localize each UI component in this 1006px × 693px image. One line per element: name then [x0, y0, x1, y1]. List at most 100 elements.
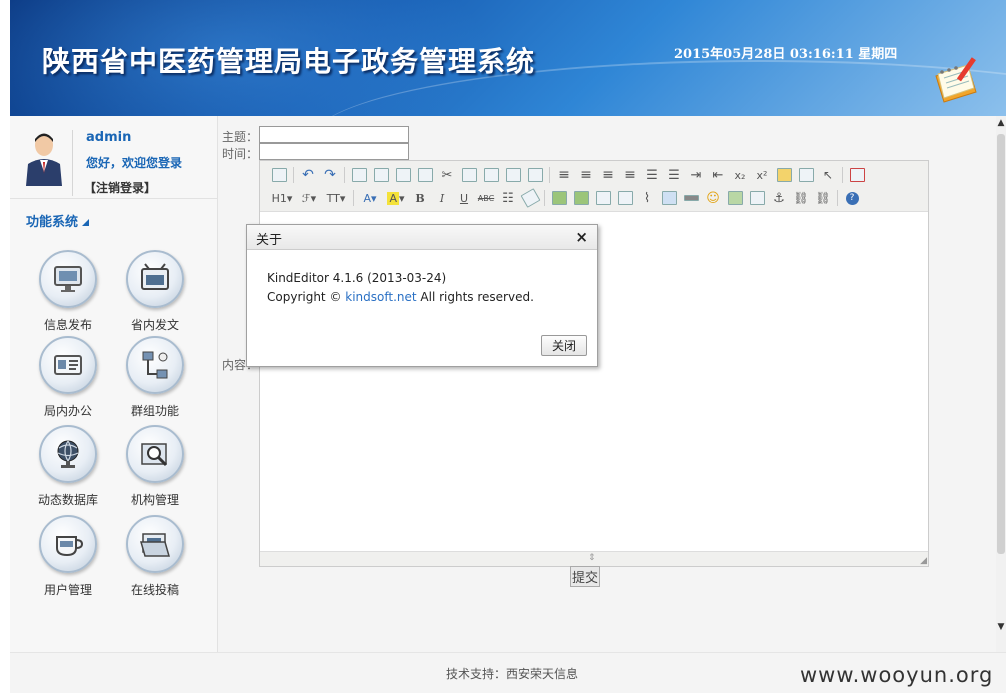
cut-icon[interactable]: ✂ [436, 165, 458, 185]
strikethrough-button[interactable]: ABC [475, 188, 497, 208]
unordered-list-icon[interactable]: ☰ [663, 165, 685, 185]
watermark-text: www.wooyun.org [800, 663, 994, 687]
editor-toolbar: ↶ ↷ ✂ ≡ ≡ ≡ ≡ ☰ ☰ ⇥ ⇤ x₂ x² ↖ H1 ▾ ℱ ▾ T… [260, 161, 928, 212]
time-input[interactable] [259, 143, 409, 160]
align-center-icon[interactable]: ≡ [575, 165, 597, 185]
heading-dropdown[interactable]: H1 ▾ [268, 188, 296, 208]
horizontal-rule-icon[interactable] [680, 188, 702, 208]
menu-item-province-docs[interactable]: 省内发文 [113, 250, 197, 333]
system-title: 陕西省中医药管理局电子政务管理系统 [42, 45, 536, 78]
clear-format-icon[interactable] [773, 165, 795, 185]
help-icon[interactable]: ? [841, 188, 863, 208]
tv-document-icon [141, 263, 169, 290]
menu-item-database[interactable]: 动态数据库 [26, 425, 110, 508]
collapse-triangle-icon [82, 219, 90, 226]
paste-word-icon[interactable] [524, 165, 546, 185]
anchor-icon[interactable]: ⚓ [768, 188, 790, 208]
ordered-list-icon[interactable]: ☰ [641, 165, 663, 185]
flash-icon[interactable] [592, 188, 614, 208]
highlight-color-dropdown[interactable]: A ▾ [383, 188, 409, 208]
subscript-icon[interactable]: x₂ [729, 165, 751, 185]
scroll-up-icon[interactable]: ▲ [996, 118, 1006, 132]
menu-item-submit-online[interactable]: 在线投稿 [113, 515, 197, 598]
eraser-icon[interactable] [519, 188, 541, 208]
source-icon[interactable] [268, 165, 290, 185]
paste-plain-icon[interactable] [502, 165, 524, 185]
scrollbar-thumb[interactable] [997, 134, 1005, 554]
subject-label: 主题： [222, 130, 259, 144]
copy-icon[interactable] [458, 165, 480, 185]
italic-button[interactable]: I [431, 188, 453, 208]
footer: 技术支持：西安荣天信息 www.wooyun.org [10, 652, 1006, 693]
menu-section-title[interactable]: 功能系统 [26, 211, 90, 230]
menu-item-info-publish[interactable]: 信息发布 [26, 250, 110, 333]
menu-item-label: 群组功能 [130, 404, 179, 418]
table-icon[interactable] [658, 188, 680, 208]
menu-item-org[interactable]: 机构管理 [113, 425, 197, 508]
menu-item-group[interactable]: 群组功能 [113, 336, 197, 419]
logout-link[interactable]: 【注销登录】 [84, 179, 156, 196]
outdent-icon[interactable]: ⇤ [707, 165, 729, 185]
copyright-text: Copyright © kindsoft.net All rights rese… [267, 290, 534, 304]
multi-image-icon[interactable] [570, 188, 592, 208]
corner-resize-icon[interactable]: ◢ [920, 556, 927, 566]
dialog-close-button[interactable]: 关闭 [541, 335, 587, 356]
menu-section-label: 功能系统 [26, 215, 79, 230]
emoticon-icon[interactable]: ☺ [702, 188, 724, 208]
unlink-icon[interactable]: ⛓ [812, 188, 834, 208]
image-icon[interactable] [548, 188, 570, 208]
undo-icon[interactable]: ↶ [297, 165, 319, 185]
align-left-icon[interactable]: ≡ [553, 165, 575, 185]
menu-item-label: 省内发文 [130, 318, 179, 332]
user-name: admin [86, 130, 132, 145]
baidu-map-icon[interactable] [724, 188, 746, 208]
bold-button[interactable]: B [409, 188, 431, 208]
submit-button[interactable]: 提交 [570, 566, 601, 587]
menu-item-label: 在线投稿 [130, 583, 179, 597]
kindsoft-link[interactable]: kindsoft.net [345, 290, 416, 304]
select-all-icon[interactable]: ↖ [817, 165, 839, 185]
font-size-dropdown[interactable]: TT ▾ [322, 188, 350, 208]
id-card-icon [54, 355, 82, 375]
time-label: 时间： [222, 147, 259, 161]
left-sidebar: admin 您好，欢迎您登录 【注销登录】 功能系统 信息发布 省内发文 局内办… [10, 116, 218, 652]
underline-button[interactable]: U [453, 188, 475, 208]
template-icon[interactable] [392, 165, 414, 185]
main-content: 主题： 时间： 内容： ↶ ↷ ✂ ≡ ≡ ≡ ≡ ☰ ☰ ⇥ ⇤ x₂ x² … [218, 116, 1006, 652]
menu-item-label: 信息发布 [43, 318, 92, 332]
paste-icon[interactable] [480, 165, 502, 185]
resize-handle-icon[interactable]: ⇕ [588, 553, 596, 563]
notepad-icon [935, 57, 977, 103]
menu-item-label: 用户管理 [43, 583, 92, 597]
print-icon[interactable] [370, 165, 392, 185]
subject-input[interactable] [259, 126, 409, 143]
link-icon[interactable]: ⛓ [790, 188, 812, 208]
menu-item-label: 机构管理 [130, 493, 179, 507]
code-icon[interactable] [414, 165, 436, 185]
font-color-dropdown[interactable]: A ▾ [357, 188, 383, 208]
line-height-icon[interactable]: ☷ [497, 188, 519, 208]
font-family-dropdown[interactable]: ℱ ▾ [296, 188, 322, 208]
dialog-title: 关于 [256, 233, 283, 248]
attachment-icon[interactable]: ⌇ [636, 188, 658, 208]
indent-icon[interactable]: ⇥ [685, 165, 707, 185]
menu-item-office[interactable]: 局内办公 [26, 336, 110, 419]
superscript-icon[interactable]: x² [751, 165, 773, 185]
scroll-down-icon[interactable]: ▼ [996, 622, 1006, 636]
dialog-header: 关于 × [247, 225, 597, 250]
media-icon[interactable] [614, 188, 636, 208]
menu-item-users[interactable]: 用户管理 [26, 515, 110, 598]
quick-format-icon[interactable] [795, 165, 817, 185]
close-icon[interactable]: × [575, 228, 588, 246]
align-justify-icon[interactable]: ≡ [619, 165, 641, 185]
redo-icon[interactable]: ↷ [319, 165, 341, 185]
header-banner: 陕西省中医药管理局电子政务管理系统 2015年05月28日 03:16:11 星… [10, 0, 1006, 116]
version-text: KindEditor 4.1.6 (2013-03-24) [267, 271, 447, 285]
preview-icon[interactable] [348, 165, 370, 185]
magnifier-folder-icon [141, 443, 168, 467]
network-icon [142, 351, 168, 379]
page-break-icon[interactable] [746, 188, 768, 208]
align-right-icon[interactable]: ≡ [597, 165, 619, 185]
welcome-text: 您好，欢迎您登录 [86, 156, 183, 170]
fullscreen-icon[interactable] [846, 165, 868, 185]
